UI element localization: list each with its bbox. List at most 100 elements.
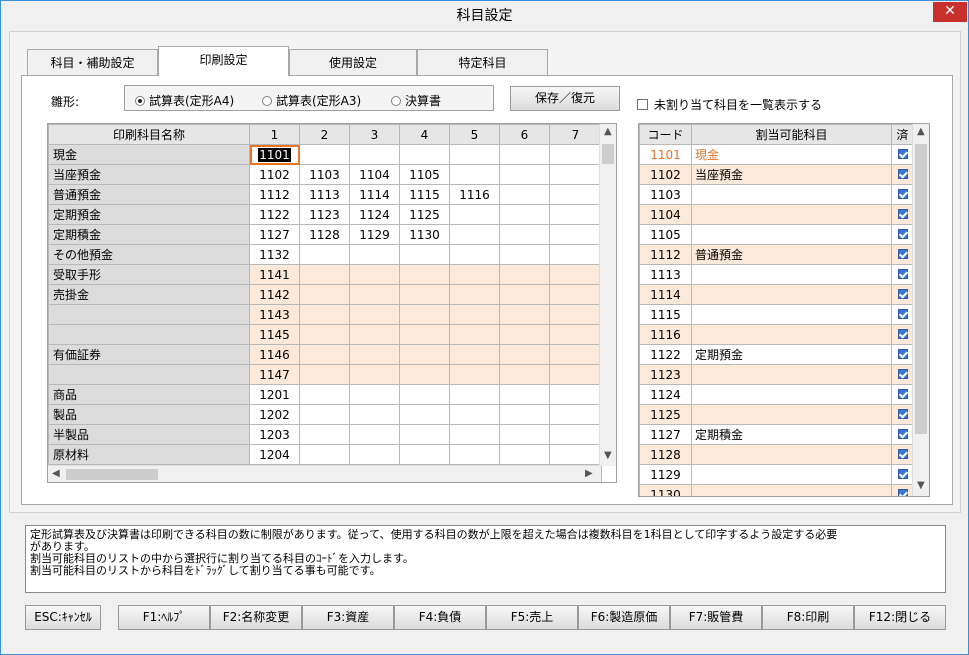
account-code-cell[interactable]: 1204 <box>249 444 300 465</box>
account-code-cell[interactable]: 1132 <box>249 244 300 265</box>
account-code-cell[interactable] <box>399 384 450 405</box>
done-checkbox-cell[interactable] <box>891 424 914 445</box>
table-row[interactable]: 1129 <box>639 464 914 485</box>
close-button[interactable]: ✕ <box>933 2 967 22</box>
done-checkbox-cell[interactable] <box>891 324 914 345</box>
account-code-cell[interactable] <box>399 144 450 165</box>
done-checkbox-cell[interactable] <box>891 464 914 485</box>
done-checkbox-cell[interactable] <box>891 484 914 496</box>
print-account-name[interactable]: 受取手形 <box>48 264 250 285</box>
account-code-cell[interactable]: 1113 <box>299 184 350 205</box>
account-code-cell[interactable] <box>299 284 350 305</box>
account-code-cell[interactable] <box>299 404 350 425</box>
scroll-up-icon[interactable]: ▲ <box>604 124 612 140</box>
account-code-cell[interactable] <box>349 244 400 265</box>
table-row[interactable]: 定期預金 1122 1123 1124 1125 <box>48 204 602 225</box>
radio-trial-a3[interactable]: 試算表(定形A3) <box>262 92 361 109</box>
account-code-cell[interactable] <box>449 344 500 365</box>
assign-name-cell[interactable] <box>691 484 892 496</box>
table-row[interactable]: 1124 <box>639 384 914 405</box>
checkbox-checked-icon[interactable] <box>897 448 908 459</box>
column-header-slot[interactable]: 4 <box>399 124 450 145</box>
account-code-cell[interactable] <box>349 344 400 365</box>
checkbox-checked-icon[interactable] <box>897 228 908 239</box>
account-code-cell[interactable] <box>299 324 350 345</box>
done-checkbox-cell[interactable] <box>891 444 914 465</box>
assign-name-cell[interactable] <box>691 224 892 245</box>
account-code-cell[interactable] <box>449 384 500 405</box>
account-code-cell[interactable] <box>549 384 602 405</box>
account-code-cell[interactable] <box>549 444 602 465</box>
print-account-name[interactable]: 普通預金 <box>48 184 250 205</box>
print-account-name[interactable] <box>48 364 250 385</box>
table-row[interactable]: 1113 <box>639 264 914 285</box>
account-code-cell[interactable] <box>449 264 500 285</box>
account-code-cell[interactable] <box>449 204 500 225</box>
done-checkbox-cell[interactable] <box>891 244 914 265</box>
table-row[interactable]: 製品 1202 <box>48 404 602 425</box>
account-code-cell[interactable] <box>499 224 550 245</box>
account-code-cell[interactable] <box>499 324 550 345</box>
account-code-cell[interactable]: 1141 <box>249 264 300 285</box>
account-code-cell[interactable] <box>499 384 550 405</box>
account-code-cell[interactable] <box>399 344 450 365</box>
account-code-cell[interactable]: 1201 <box>249 384 300 405</box>
assign-name-cell[interactable]: 現金 <box>691 144 892 165</box>
checkbox-checked-icon[interactable] <box>897 348 908 359</box>
account-code-cell[interactable] <box>299 344 350 365</box>
account-code-cell[interactable]: 1146 <box>249 344 300 365</box>
scroll-down-icon[interactable]: ▼ <box>917 478 925 494</box>
column-header-done[interactable]: 済 <box>891 124 914 145</box>
account-code-cell[interactable] <box>299 444 350 465</box>
done-checkbox-cell[interactable] <box>891 384 914 405</box>
account-code-cell[interactable]: 1124 <box>349 204 400 225</box>
column-header-assignable[interactable]: 割当可能科目 <box>691 124 892 145</box>
checkbox-checked-icon[interactable] <box>897 388 908 399</box>
table-row[interactable]: 半製品 1203 <box>48 424 602 445</box>
assign-vertical-scrollbar[interactable]: ▲ ▼ <box>912 124 929 496</box>
tab-account-settings[interactable]: 科目・補助設定 <box>27 49 158 76</box>
f8-print-button[interactable]: F8:印刷 <box>762 605 854 630</box>
account-code-cell[interactable] <box>549 184 602 205</box>
table-row[interactable]: 1104 <box>639 204 914 225</box>
account-code-cell[interactable] <box>449 404 500 425</box>
account-code-cell[interactable] <box>499 364 550 385</box>
account-code-cell[interactable] <box>449 304 500 325</box>
account-code-cell[interactable] <box>549 204 602 225</box>
table-row[interactable]: 普通預金 1112 1113 1114 1115 1116 <box>48 184 602 205</box>
f1-help-button[interactable]: F1:ﾍﾙﾌﾟ <box>118 605 210 630</box>
assign-code-cell[interactable]: 1127 <box>639 424 692 445</box>
table-row[interactable]: 1115 <box>639 304 914 325</box>
assign-code-cell[interactable]: 1104 <box>639 204 692 225</box>
account-code-cell[interactable]: 1102 <box>249 164 300 185</box>
print-account-name[interactable]: 製品 <box>48 404 250 425</box>
save-restore-button[interactable]: 保存／復元 <box>510 86 620 111</box>
account-code-cell[interactable] <box>349 444 400 465</box>
print-account-name[interactable]: 定期預金 <box>48 204 250 225</box>
account-code-cell[interactable] <box>499 304 550 325</box>
account-code-cell[interactable]: 1114 <box>349 184 400 205</box>
f6-manufacturing-cost-button[interactable]: F6:製造原価 <box>578 605 670 630</box>
assign-name-cell[interactable] <box>691 284 892 305</box>
done-checkbox-cell[interactable] <box>891 304 914 325</box>
assign-name-cell[interactable] <box>691 184 892 205</box>
account-code-cell[interactable]: 1129 <box>349 224 400 245</box>
account-code-cell[interactable] <box>499 404 550 425</box>
account-code-cell[interactable] <box>399 364 450 385</box>
account-code-cell[interactable] <box>499 144 550 165</box>
account-code-cell[interactable] <box>299 424 350 445</box>
scroll-left-icon[interactable]: ◀ <box>52 466 60 482</box>
table-row[interactable]: 1112 普通預金 <box>639 244 914 265</box>
column-header-slot[interactable]: 3 <box>349 124 400 145</box>
table-row[interactable]: 1116 <box>639 324 914 345</box>
table-row[interactable]: 1105 <box>639 224 914 245</box>
scroll-down-icon[interactable]: ▼ <box>604 448 612 464</box>
print-account-name[interactable]: 現金 <box>48 144 250 165</box>
checkbox-checked-icon[interactable] <box>897 428 908 439</box>
account-code-cell[interactable]: 1130 <box>399 224 450 245</box>
assign-name-cell[interactable] <box>691 204 892 225</box>
checkbox-checked-icon[interactable] <box>897 468 908 479</box>
account-code-cell[interactable] <box>499 264 550 285</box>
account-code-cell[interactable] <box>299 364 350 385</box>
table-row[interactable]: 1122 定期預金 <box>639 344 914 365</box>
